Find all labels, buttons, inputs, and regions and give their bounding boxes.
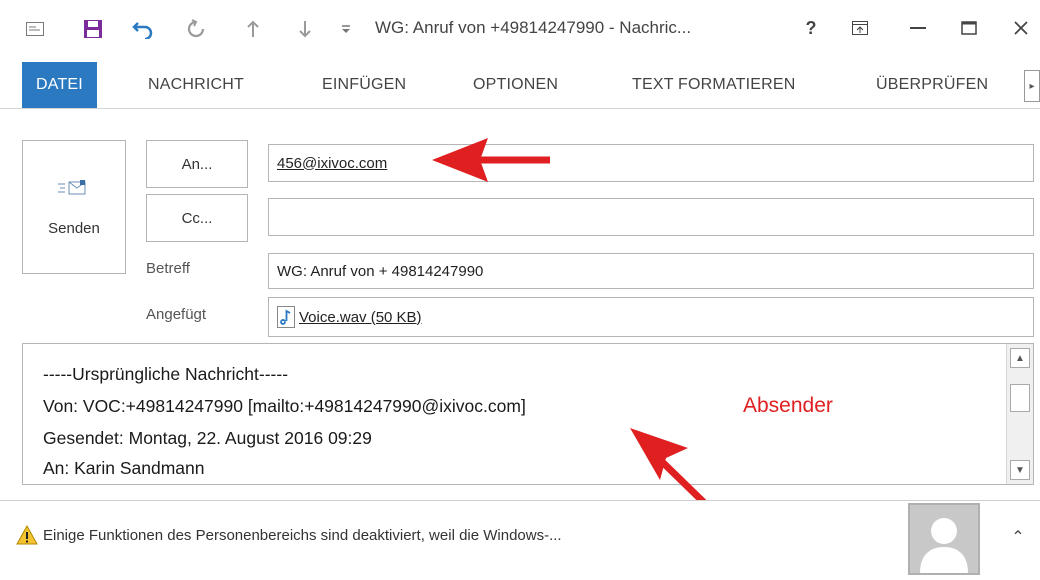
ribbon-display-options-icon[interactable] xyxy=(845,14,875,42)
redo-icon[interactable] xyxy=(183,16,209,42)
scroll-up-icon[interactable]: ▲ xyxy=(1010,348,1030,368)
ribbon-tabs: DATEI NACHRICHT EINFÜGEN OPTIONEN TEXT F… xyxy=(0,62,1040,109)
to-field[interactable]: 456@ixivoc.com xyxy=(268,144,1034,182)
tab-datei[interactable]: DATEI xyxy=(22,62,97,108)
scroll-down-icon[interactable]: ▼ xyxy=(1010,460,1030,480)
tab-text-formatieren[interactable]: TEXT FORMATIEREN xyxy=(632,62,796,108)
cc-button[interactable]: Cc... xyxy=(146,194,248,242)
scroll-thumb[interactable] xyxy=(1010,384,1030,412)
body-line-3: Gesendet: Montag, 22. August 2016 09:29 xyxy=(43,428,372,448)
subject-value: WG: Anruf von + 49814247990 xyxy=(277,262,484,280)
to-button[interactable]: An... xyxy=(146,140,248,188)
next-item-icon[interactable] xyxy=(292,16,318,42)
attached-label: Angefügt xyxy=(146,306,207,323)
title-bar: WG: Anruf von +49814247990 - Nachric... … xyxy=(0,0,1040,54)
message-body[interactable]: -----Ursprüngliche Nachricht----- Von: V… xyxy=(22,343,1034,485)
body-scrollbar[interactable]: ▲ ▼ xyxy=(1006,344,1033,484)
infobar-message: Einige Funktionen des Personenbereichs s… xyxy=(43,527,562,544)
send-icon xyxy=(57,178,91,202)
contact-avatar[interactable] xyxy=(908,503,980,575)
minimize-button[interactable] xyxy=(903,14,933,42)
audio-file-icon xyxy=(277,306,295,328)
window-title: WG: Anruf von +49814247990 - Nachric... xyxy=(375,18,692,37)
subject-label: Betreff xyxy=(146,260,190,277)
body-line-4: An: Karin Sandmann xyxy=(43,458,205,478)
expand-people-pane-button[interactable]: ⌃ xyxy=(1008,527,1028,547)
send-button[interactable]: Senden xyxy=(22,140,126,274)
attachment-link[interactable]: Voice.wav (50 KB) xyxy=(299,309,422,326)
save-icon[interactable] xyxy=(80,16,106,42)
warning-icon xyxy=(16,524,38,550)
annotation-sender-label: Absender xyxy=(743,394,833,417)
customize-toolbar-icon[interactable] xyxy=(336,16,356,42)
help-button[interactable]: ? xyxy=(796,14,826,42)
previous-item-icon[interactable] xyxy=(240,16,266,42)
cc-field[interactable] xyxy=(268,198,1034,236)
person-icon xyxy=(920,518,968,573)
tab-ueberpruefen[interactable]: ÜBERPRÜFEN xyxy=(876,62,988,108)
close-button[interactable] xyxy=(1006,14,1036,42)
tab-optionen[interactable]: OPTIONEN xyxy=(473,62,558,108)
to-recipient[interactable]: 456@ixivoc.com xyxy=(277,155,387,172)
send-label: Senden xyxy=(48,219,100,237)
body-line-1: -----Ursprüngliche Nachricht----- xyxy=(43,364,289,384)
undo-icon[interactable] xyxy=(130,16,156,42)
subject-field[interactable]: WG: Anruf von + 49814247990 xyxy=(268,253,1034,289)
maximize-button[interactable] xyxy=(954,14,984,42)
tab-nachricht[interactable]: NACHRICHT xyxy=(148,62,244,108)
body-line-2: Von: VOC:+49814247990 [mailto:+498142479… xyxy=(43,396,526,416)
tab-einfuegen[interactable]: EINFÜGEN xyxy=(322,62,406,108)
ribbon-scroll-right-button[interactable]: ▸ xyxy=(1024,70,1040,102)
attachment-field: Voice.wav (50 KB) xyxy=(268,297,1034,337)
outlook-icon[interactable] xyxy=(22,16,48,42)
people-pane-infobar: Einige Funktionen des Personenbereichs s… xyxy=(0,500,1040,580)
